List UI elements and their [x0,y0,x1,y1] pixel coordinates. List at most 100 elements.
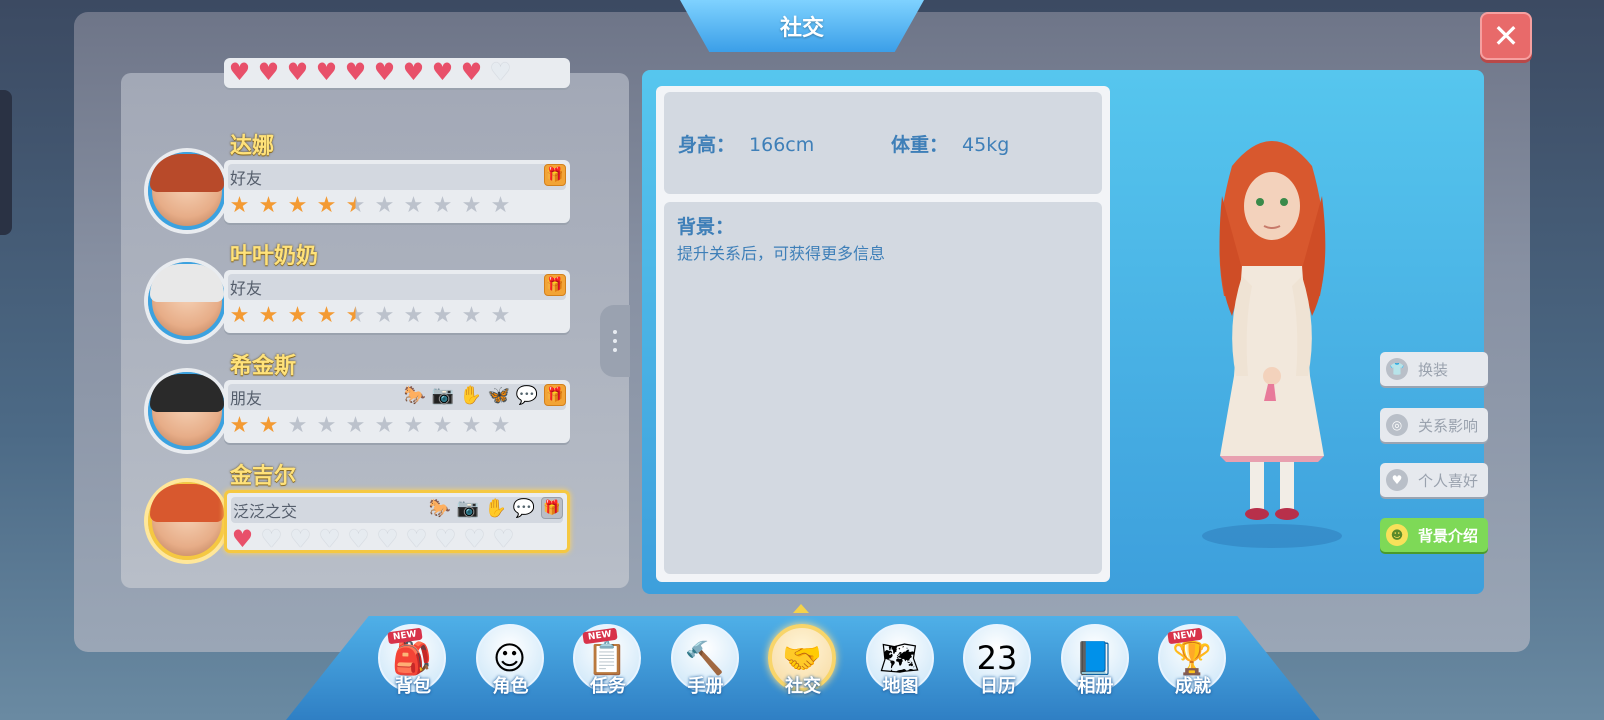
camera-icon: 📷 [456,497,480,519]
height-label: 身高： [678,134,736,156]
star-icon: ★ [229,413,250,438]
list-collapse-handle[interactable] [600,305,630,377]
heart-icon: ♥ [373,58,396,86]
weight-label: 体重： [891,134,949,156]
relation-label: 朋友 [230,389,263,408]
star-icon: ★ [432,413,453,438]
heart-icon: ♥ [492,525,515,553]
star-icon: ★ [461,413,482,438]
nav-character[interactable]: ☺ 角色 [475,624,546,697]
heart-icon: ♥ [460,58,483,86]
heart-icon: ♥ [286,58,309,86]
nav-hammer[interactable]: 🔨 手册 [670,624,741,697]
gift-icons: 🐎 📷 ✋ 💬 🎁 [429,497,563,519]
friend-avatar[interactable] [148,262,226,340]
weight-value: 45kg [962,134,1010,156]
nav-label: 背包 [395,676,431,697]
gift-icons: 🐎 📷 ✋ 🦋 💬 🎁 [404,384,566,406]
star-rating: ★ ★ ★ ★ ★ ★ ★ ★ ★ ★ [228,194,512,218]
friend-card[interactable]: 希金斯 朋友 🐎 📷 ✋ 🦋 💬 🎁 ★ ★ ★ ★ ★ ★ ★ ★ ★ ★ [148,348,578,453]
star-rating: ★ ★ ★ ★ ★ ★ ★ ★ ★ ★ [228,414,512,438]
star-icon: ★ [316,193,337,218]
star-icon: ★ [258,303,279,328]
friend-name: 希金斯 [230,354,297,379]
gift-icon: 🎁 [544,164,566,186]
star-icon: ★ [287,193,308,218]
bubble-icon: 💬 [515,384,539,406]
star-icon: ★ [432,193,453,218]
nav-trophy[interactable]: 🏆 NEW 成就 [1158,624,1228,697]
nav-label: 成就 [1175,676,1211,697]
gift-icons: 🎁 [544,274,566,296]
nav-label: 社交 [785,676,821,697]
star-icon: ★ [258,413,279,438]
friend-card[interactable]: 金吉尔 泛泛之交 🐎 📷 ✋ 💬 🎁 ♥ ♥ ♥ ♥ ♥ ♥ ♥ ♥ ♥ ♥ [148,458,578,563]
star-icon: ★ [490,413,511,438]
character-model[interactable] [1192,126,1352,556]
star-icon: ★ [403,303,424,328]
bubble-icon: 💬 [512,497,536,519]
friend-avatar[interactable] [148,482,226,560]
gift-icon: 🎁 [544,274,566,296]
horse-icon: 🐎 [428,497,452,519]
nav-handshake[interactable]: 🤝 社交 [768,624,838,697]
camera-icon: 📷 [431,384,455,406]
star-icon: ★ [287,413,308,438]
nav-label: 手册 [687,676,724,697]
heart-rating: ♥ ♥ ♥ ♥ ♥ ♥ ♥ ♥ ♥ ♥ [228,60,512,84]
person-icon: ☻ [1386,524,1408,546]
star-icon: ★ [490,193,511,218]
friend-avatar[interactable] [148,152,226,230]
friend-card[interactable]: 叶叶奶奶 好友 🎁 ★ ★ ★ ★ ★ ★ ★ ★ ★ ★ [148,238,578,343]
star-icon: ★ [229,193,250,218]
star-icon: ★ [316,303,337,328]
nav-calendar[interactable]: 23 日历 [963,624,1033,697]
star-icon: ★ [345,303,366,328]
star-icon: ★ [490,303,511,328]
window-title: 社交 [680,0,924,52]
heart-icon: ♥ [289,525,312,553]
nav-map[interactable]: 🗺 地图 [865,624,936,697]
nav-label: 任务 [590,676,626,697]
side-button-3[interactable]: ♥ 个人喜好 [1380,463,1488,497]
friend-relation-bar: 朋友 🐎 📷 ✋ 🦋 💬 🎁 ★ ★ ★ ★ ★ ★ ★ ★ ★ ★ [224,380,570,443]
swirl-icon: ◎ [1386,414,1408,436]
horse-icon: 🐎 [403,384,427,406]
side-button-label: 换装 [1418,360,1449,379]
nav-backpack[interactable]: 🎒 NEW 背包 [378,624,448,697]
side-button-label: 关系影响 [1418,416,1479,435]
relation-label: 泛泛之交 [233,502,298,521]
friend-card[interactable]: 达娜 好友 🎁 ★ ★ ★ ★ ★ ★ ★ ★ ★ ★ [148,128,578,233]
gift-icon: 🎁 [544,384,566,406]
heart-icon: ♥ [489,58,512,86]
heart-rating: ♥ ♥ ♥ ♥ ♥ ♥ ♥ ♥ ♥ ♥ [231,527,515,551]
nav-tasks[interactable]: 📋 NEW 任务 [573,624,643,697]
close-button[interactable]: ✕ [1480,12,1532,60]
friend-card[interactable]: ♥ ♥ ♥ ♥ ♥ ♥ ♥ ♥ ♥ ♥ [148,58,578,120]
heart-icon: ♥ [376,525,399,553]
star-icon: ★ [345,413,366,438]
friend-avatar[interactable] [148,372,226,450]
side-button-2[interactable]: ◎ 关系影响 [1380,408,1488,442]
friend-relation-bar: 好友 🎁 ★ ★ ★ ★ ★ ★ ★ ★ ★ ★ [224,160,570,223]
side-button-label: 背景介绍 [1418,526,1479,545]
active-indicator-icon [793,604,809,613]
friend-name: 达娜 [230,134,275,159]
friend-name: 叶叶奶奶 [230,244,319,269]
star-icon: ★ [229,303,250,328]
side-button-4[interactable]: ☻ 背景介绍 [1380,518,1488,552]
star-icon: ★ [461,303,482,328]
star-icon: ★ [461,193,482,218]
friend-relation-bar: 泛泛之交 🐎 📷 ✋ 💬 🎁 ♥ ♥ ♥ ♥ ♥ ♥ ♥ ♥ ♥ ♥ [224,490,570,553]
nav-album[interactable]: 📘 相册 [1060,624,1131,697]
shirt-icon: 👕 [1386,358,1408,380]
gift-icon: 🎁 [541,497,563,519]
friend-name: 金吉尔 [230,464,297,489]
heart-icon: ♥ [434,525,457,553]
star-icon: ★ [345,193,366,218]
heart-icon: ♥ [228,58,251,86]
side-button-1[interactable]: 👕 换装 [1380,352,1488,386]
star-icon: ★ [432,303,453,328]
side-button-label: 个人喜好 [1418,471,1479,490]
friend-relation-bar: ♥ ♥ ♥ ♥ ♥ ♥ ♥ ♥ ♥ ♥ [224,58,570,88]
